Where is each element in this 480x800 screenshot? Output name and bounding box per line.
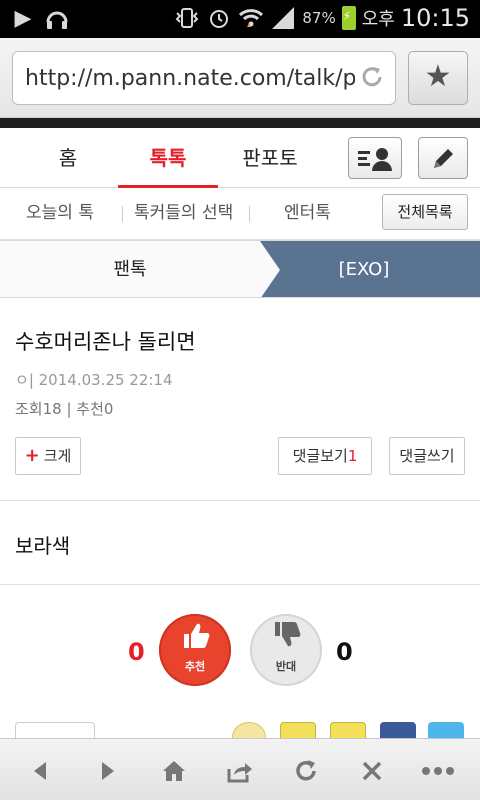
post-title: 수호머리존나 돌리면: [15, 330, 196, 354]
all-list-button[interactable]: 전체목록: [382, 194, 468, 230]
share-button[interactable]: [218, 749, 262, 791]
battery-charging-icon: [341, 6, 356, 30]
emoticon-icon[interactable]: [232, 722, 266, 738]
kakaostory-icon[interactable]: [330, 722, 366, 738]
kakaotalk-icon[interactable]: [280, 722, 316, 738]
more-menu-button[interactable]: [416, 749, 460, 791]
browser-bottom-bar: [0, 738, 480, 800]
tab-home[interactable]: 홈: [30, 128, 106, 188]
reload-button[interactable]: [284, 749, 328, 791]
oppose-vote-count: 0: [336, 638, 353, 666]
header-divider: [0, 118, 480, 128]
close-icon: [361, 755, 383, 785]
forward-arrow-icon: [98, 755, 118, 785]
sub-nav: 오늘의 톡 톡커들의 선택 엔터톡 전체목록: [0, 188, 480, 240]
recommend-count: 추천0: [76, 400, 114, 418]
write-comment-button[interactable]: 댓글쓰기: [389, 437, 465, 475]
recommend-vote-count: 0: [128, 638, 145, 666]
vibrate-icon: [174, 5, 200, 31]
signal-icon: [270, 5, 296, 31]
refresh-icon[interactable]: [359, 64, 385, 90]
share-row: [0, 718, 480, 738]
oppose-button[interactable]: 반대: [250, 614, 322, 686]
forward-button[interactable]: [86, 749, 130, 791]
bookmark-star-button[interactable]: ★: [408, 51, 468, 105]
post-meta: ㅇ| 2014.03.25 22:14: [15, 369, 173, 390]
bigger-label: 크게: [43, 447, 72, 465]
view-comments-button[interactable]: 댓글보기1: [278, 437, 372, 475]
thumbs-down-icon: [250, 620, 322, 660]
post-body: 보라색: [15, 534, 71, 558]
close-button[interactable]: [350, 749, 394, 791]
breadcrumb-current[interactable]: [EXO]: [248, 241, 480, 297]
font-bigger-button[interactable]: + 크게: [15, 437, 81, 475]
share-icon: [226, 755, 254, 785]
browser-toolbar: http://m.pann.nate.com/talk/p ★: [0, 38, 480, 118]
write-button[interactable]: [418, 137, 468, 179]
star-icon: ★: [424, 59, 452, 94]
plus-icon: +: [24, 445, 40, 466]
home-icon: [161, 755, 187, 785]
clock-ampm: 오후: [361, 9, 395, 30]
tab-toktok[interactable]: 톡톡: [118, 128, 218, 188]
breadcrumb: [EXO] 팬톡: [0, 240, 480, 298]
scrap-button[interactable]: [15, 722, 95, 738]
content-divider: [0, 500, 480, 501]
subnav-enter-talk[interactable]: 엔터톡: [284, 188, 331, 240]
meta-separator: |: [28, 371, 39, 389]
back-button[interactable]: [18, 749, 62, 791]
subnav-today-talk[interactable]: 오늘의 톡: [26, 188, 94, 240]
stats-separator: |: [61, 400, 77, 418]
breadcrumb-fantalk[interactable]: 팬톡: [0, 241, 260, 297]
play-icon: ▶: [14, 6, 32, 31]
address-bar[interactable]: http://m.pann.nate.com/talk/p: [12, 51, 396, 105]
alarm-icon: [206, 5, 232, 31]
my-profile-button[interactable]: [348, 137, 402, 179]
more-dots-icon: [421, 755, 455, 785]
content-divider: [0, 584, 480, 585]
twitter-icon[interactable]: [428, 722, 464, 738]
url-text[interactable]: http://m.pann.nate.com/talk/p: [25, 66, 355, 91]
clock-time: 10:15: [400, 4, 470, 32]
headphones-icon: [44, 6, 70, 32]
post-datetime: 2014.03.25 22:14: [38, 371, 173, 389]
home-button[interactable]: [152, 749, 196, 791]
comment-count: 1: [347, 447, 358, 465]
status-bar: ▶ 87% 오후 10:15: [0, 0, 480, 38]
subnav-talker-choice[interactable]: 톡커들의 선택: [134, 188, 233, 240]
recommend-button[interactable]: 추천: [159, 614, 231, 686]
post-stats: 조회18 | 추천0: [15, 398, 113, 419]
battery-percent: 87%: [302, 9, 336, 27]
post-author: ㅇ: [15, 371, 29, 389]
subnav-separator: [249, 206, 250, 222]
reload-icon: [293, 755, 319, 785]
facebook-icon[interactable]: [380, 722, 416, 738]
recommend-label: 추천: [184, 660, 206, 673]
tab-panphoto[interactable]: 판포토: [226, 128, 314, 188]
view-comments-label: 댓글보기: [292, 447, 348, 465]
view-count: 조회18: [15, 400, 62, 418]
pencil-icon: [428, 144, 458, 172]
back-arrow-icon: [30, 755, 50, 785]
oppose-label: 반대: [275, 660, 297, 673]
subnav-separator: [122, 206, 123, 222]
wifi-icon: [238, 5, 264, 31]
main-nav: 홈 톡톡 판포토: [0, 128, 480, 188]
profile-list-icon: [355, 144, 395, 172]
breadcrumb-arrow: [260, 241, 280, 297]
thumbs-up-icon: [159, 620, 231, 660]
